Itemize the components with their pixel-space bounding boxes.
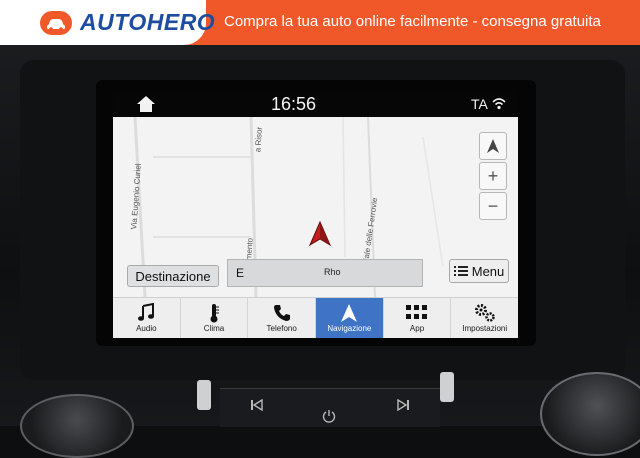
menu-button-label: Menu [471,263,505,279]
nav-app-label: App [409,324,425,333]
nav-audio[interactable]: Audio [113,298,181,338]
wifi-icon [491,96,507,117]
nav-navigazione-label: Navigazione [327,324,372,333]
search-field-text: Rho [324,267,341,277]
thermometer-icon [208,302,220,324]
nav-app[interactable]: App [384,298,452,338]
gears-icon [474,302,496,324]
phone-icon [273,302,291,324]
nav-clima-label: Clima [203,324,225,333]
bottom-nav-bar: Audio Clima Telefono Navigazione App Imp… [113,297,518,338]
right-knob[interactable] [540,372,640,456]
app-grid-icon [406,302,428,324]
navigation-map[interactable]: Via Eugenio Curiel a Risor Risorgimento … [113,117,518,297]
left-vent-tab [197,380,211,410]
status-bar: 16:56 TA [113,91,518,117]
music-note-icon [136,302,156,324]
infotainment-screen: 16:56 TA Via Eugenio Curiel a Risor Riso… [113,91,518,338]
home-icon[interactable] [136,95,156,118]
nav-impostazioni-label: Impostazioni [462,324,508,333]
ta-indicator: TA [471,96,488,112]
logo-text: AUTOHERO [80,9,216,35]
zoom-out-button[interactable]: − [479,192,507,220]
list-menu-icon [453,266,468,276]
skip-forward-icon[interactable] [396,398,410,414]
nav-navigazione[interactable]: Navigazione [316,298,384,338]
power-icon[interactable] [322,409,336,426]
menu-button[interactable]: Menu [449,259,509,283]
logo-box: AUTOHERO [0,0,215,45]
skip-back-icon[interactable] [250,398,264,414]
vehicle-position-icon [308,220,332,252]
street-label-risorgimento-top: a Risor [253,126,265,153]
destination-search-field[interactable]: E Rho [227,259,423,287]
nav-audio-label: Audio [136,324,157,333]
nav-impostazioni[interactable]: Impostazioni [451,298,518,338]
autohero-banner: AUTOHERO Compra la tua auto online facil… [0,0,640,45]
search-field-prefix: E [236,266,245,280]
nav-telefono[interactable]: Telefono [248,298,317,338]
clock: 16:56 [271,94,317,114]
navigation-arrow-icon [340,302,358,324]
right-vent-tab [440,372,454,402]
compass-north-button[interactable] [479,132,507,160]
nav-telefono-label: Telefono [266,324,297,333]
console-button-strip [220,388,440,427]
banner-tagline: Compra la tua auto online facilmente - c… [224,13,601,30]
left-knob[interactable] [20,394,134,458]
zoom-in-button[interactable]: + [479,162,507,190]
nav-clima[interactable]: Clima [181,298,249,338]
destination-button[interactable]: Destinazione [127,265,219,287]
car-logo-icon [40,11,72,35]
